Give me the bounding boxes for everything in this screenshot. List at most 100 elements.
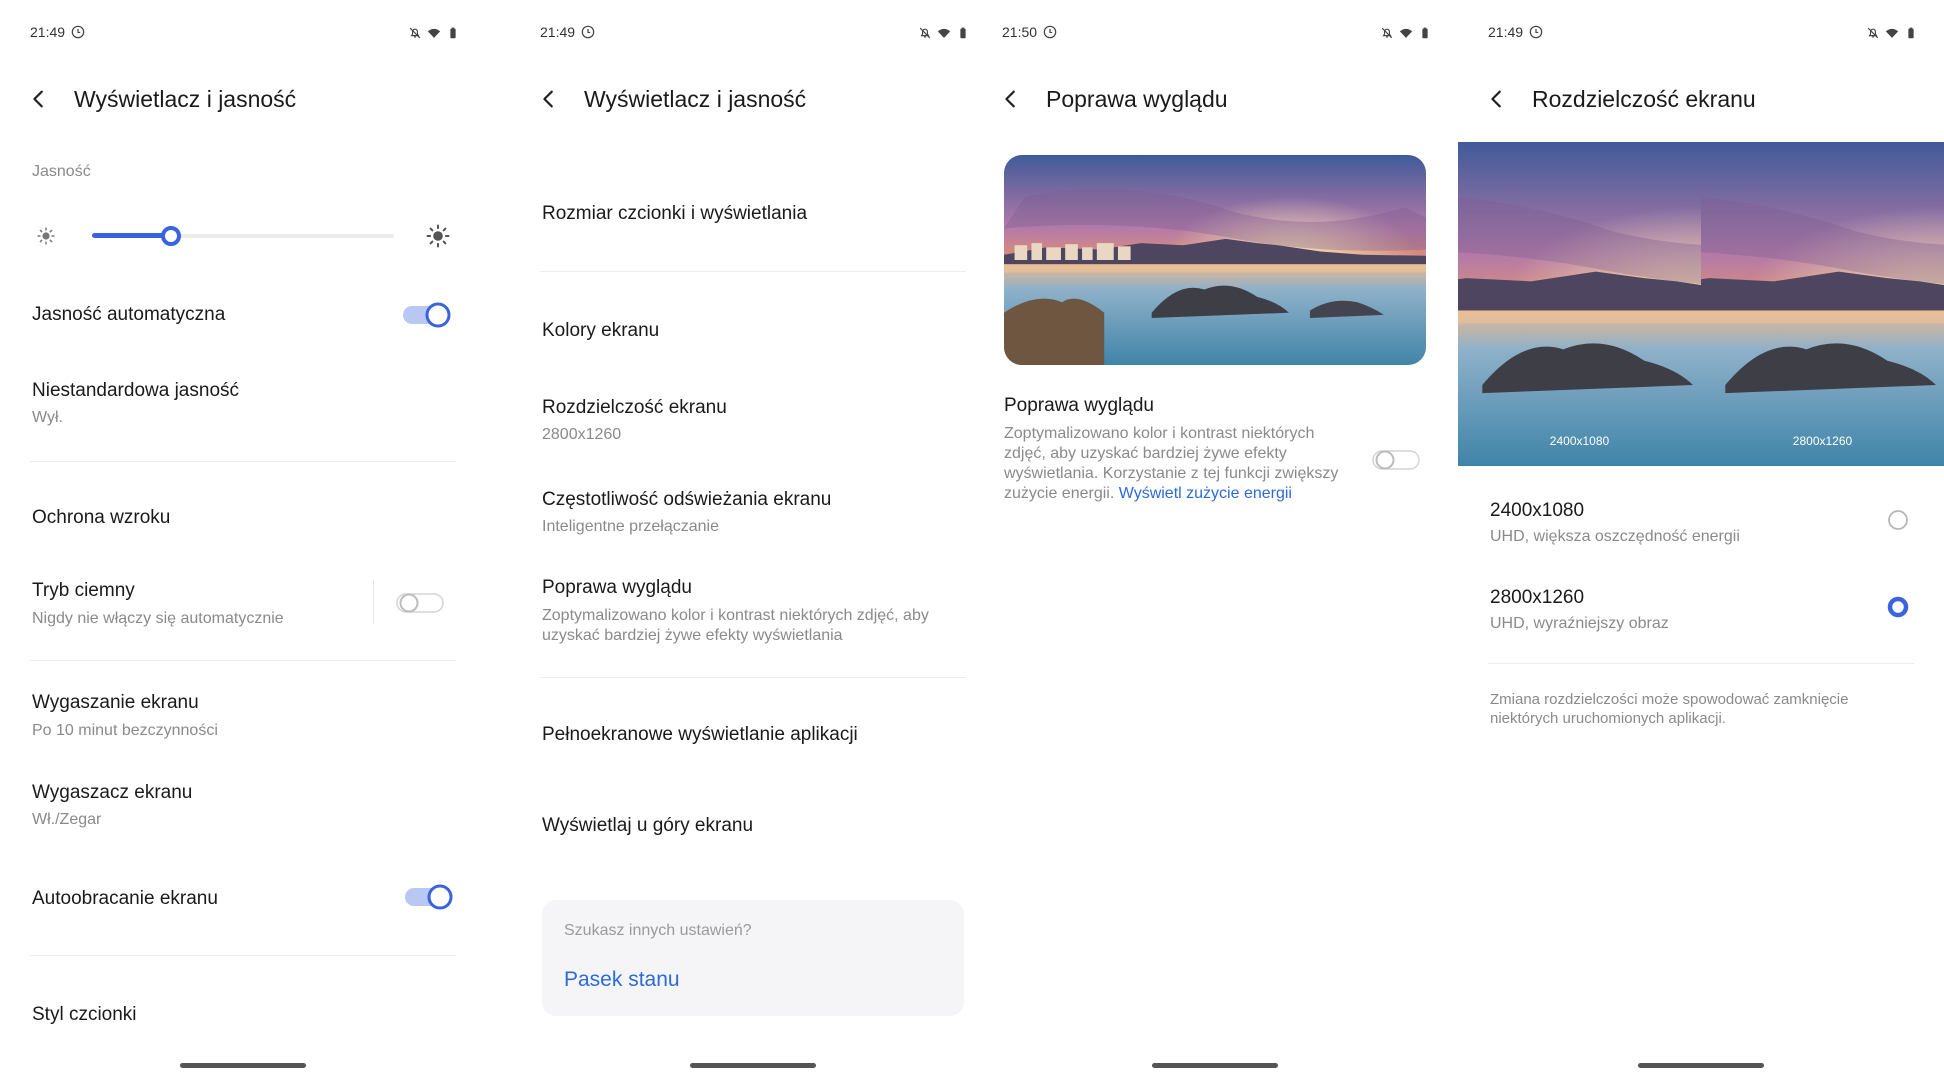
home-indicator[interactable]: [1638, 1063, 1764, 1068]
option2-sub: UHD, wyraźniejszy obraz: [1490, 615, 1669, 632]
status-bar-link[interactable]: Pasek stanu: [564, 968, 680, 992]
screen-enhance: 21:50 Poprawa wyglądu Poprawa wyglądu Zo…: [972, 0, 1458, 1080]
landscape-photo: [1004, 155, 1426, 365]
preview-right: 2800x1260: [1701, 142, 1944, 466]
auto-rotate-toggle[interactable]: [404, 884, 454, 910]
screen-display-menu: 21:49 Wyświetlacz i jasność Rozmiar czci…: [510, 0, 996, 1080]
resolution-note: Zmiana rozdzielczości może spowodować za…: [1490, 691, 1849, 727]
screensaver-sub: Wł./Zegar: [32, 811, 102, 828]
custom-brightness-label[interactable]: Niestandardowa jasność: [32, 380, 239, 402]
back-icon[interactable]: [28, 88, 50, 115]
mute-icon: [1866, 26, 1880, 40]
screen-timeout-sub: Po 10 minut bezczynności: [32, 722, 218, 739]
screen-colors-item[interactable]: Kolory ekranu: [542, 320, 659, 342]
slider-thumb[interactable]: [161, 226, 181, 246]
eye-protection-item[interactable]: Ochrona wzroku: [32, 507, 170, 529]
status-icons: [918, 26, 970, 40]
preview-right-label: 2800x1260: [1792, 434, 1853, 448]
wifi-icon: [937, 26, 951, 40]
option1-radio[interactable]: [1886, 508, 1910, 532]
auto-brightness-toggle[interactable]: [402, 302, 452, 328]
clock-icon: [71, 25, 85, 39]
refresh-rate-item[interactable]: Częstotliwość odświeżania ekranu: [542, 489, 831, 511]
option1-sub: UHD, większa oszczędność energii: [1490, 528, 1740, 545]
page-title: Wyświetlacz i jasność: [74, 86, 297, 112]
show-top-item[interactable]: Wyświetlaj u góry ekranu: [542, 815, 753, 837]
home-indicator[interactable]: [690, 1063, 816, 1068]
page-title: Rozdzielczość ekranu: [1532, 86, 1756, 112]
screen-timeout-label[interactable]: Wygaszanie ekranu: [32, 692, 199, 714]
wifi-icon: [1399, 26, 1413, 40]
divider: [30, 461, 456, 462]
page-title: Poprawa wyglądu: [1046, 86, 1228, 112]
clock-icon: [1529, 25, 1543, 39]
enhance-toggle[interactable]: [1372, 447, 1422, 473]
option1-title: 2400x1080: [1490, 500, 1585, 521]
home-indicator[interactable]: [1152, 1063, 1278, 1068]
brightness-slider[interactable]: [92, 222, 394, 250]
status-time-text: 21:49: [540, 24, 576, 40]
brightness-section-label: Jasność: [32, 163, 91, 180]
refresh-rate-value: Inteligentne przełączanie: [542, 518, 720, 535]
back-icon[interactable]: [538, 88, 560, 115]
status-bar-time: 21:49: [540, 24, 595, 40]
sun-small-icon: [36, 226, 56, 246]
mute-icon: [918, 26, 932, 40]
sun-large-icon: [426, 224, 450, 248]
landscape-photo: [1701, 142, 1944, 466]
wifi-icon: [427, 26, 441, 40]
enhance-preview-image: [1004, 155, 1426, 365]
status-icons: [1380, 26, 1432, 40]
status-bar-time: 21:49: [30, 24, 85, 40]
landscape-photo: [1458, 142, 1701, 466]
resolution-option-2[interactable]: 2800x1260 UHD, wyraźniejszy obraz: [1458, 577, 1944, 653]
battery-icon: [446, 26, 460, 40]
fullscreen-apps-item[interactable]: Pełnoekranowe wyświetlanie aplikacji: [542, 724, 858, 746]
status-time-text: 21:50: [1002, 24, 1038, 40]
enhance-title: Poprawa wyglądu: [1004, 395, 1154, 416]
page-title: Wyświetlacz i jasność: [584, 86, 807, 112]
dark-mode-toggle[interactable]: [396, 590, 446, 616]
status-icons: [408, 26, 460, 40]
clock-icon: [581, 25, 595, 39]
resolution-option-1[interactable]: 2400x1080 UHD, większa oszczędność energ…: [1458, 490, 1944, 566]
back-icon[interactable]: [1000, 88, 1022, 115]
auto-rotate-label: Autoobracanie ekranu: [32, 888, 218, 909]
enhance-sub: Zoptymalizowano kolor i kontrast niektór…: [542, 607, 929, 644]
slider-fill: [92, 233, 171, 238]
custom-brightness-value: Wył.: [32, 409, 63, 426]
option2-title: 2800x1260: [1490, 587, 1585, 608]
other-settings-card: Szukasz innych ustawień? Pasek stanu: [542, 900, 964, 1016]
wifi-icon: [1885, 26, 1899, 40]
screen-resolution: 21:49 Rozdzielczość ekranu 2400x1080 280…: [1458, 0, 1944, 1080]
home-indicator[interactable]: [180, 1063, 306, 1068]
status-time-text: 21:49: [1488, 24, 1524, 40]
dark-mode-label[interactable]: Tryb ciemny: [32, 580, 135, 602]
divider: [1488, 663, 1914, 664]
divider: [30, 660, 456, 661]
resolution-item[interactable]: Rozdzielczość ekranu: [542, 397, 727, 419]
divider: [540, 271, 966, 272]
battery-icon: [1418, 26, 1432, 40]
dark-mode-sub: Nigdy nie włączy się automatycznie: [32, 610, 284, 627]
screen-display-brightness: 21:49 Wyświetlacz i jasność Jasność Jasn…: [0, 0, 486, 1080]
back-icon[interactable]: [1486, 88, 1508, 115]
status-icons: [1866, 26, 1918, 40]
option2-radio[interactable]: [1886, 595, 1910, 619]
preview-left: 2400x1080: [1458, 142, 1701, 466]
battery-icon: [956, 26, 970, 40]
font-size-item[interactable]: Rozmiar czcionki i wyświetlania: [542, 203, 807, 225]
auto-brightness-label: Jasność automatyczna: [32, 304, 226, 325]
vertical-divider: [373, 580, 374, 624]
battery-icon: [1904, 26, 1918, 40]
screensaver-label[interactable]: Wygaszacz ekranu: [32, 782, 192, 804]
status-bar-time: 21:50: [1002, 24, 1057, 40]
enhance-description: Zoptymalizowano kolor i kontrast niektór…: [1004, 424, 1354, 504]
enhance-item[interactable]: Poprawa wyglądu: [542, 577, 692, 599]
font-style-item[interactable]: Styl czcionki: [32, 1004, 137, 1026]
preview-left-label: 2400x1080: [1549, 434, 1610, 448]
other-settings-hint: Szukasz innych ustawień?: [564, 922, 752, 939]
energy-usage-link[interactable]: Wyświetl zużycie energii: [1119, 485, 1292, 502]
mute-icon: [408, 26, 422, 40]
divider: [540, 677, 966, 678]
